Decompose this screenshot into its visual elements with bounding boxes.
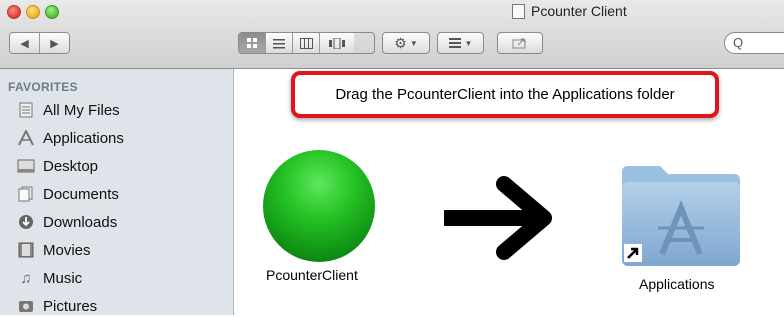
chevron-down-icon: ▼ [409,38,418,48]
search-field[interactable]: Q [724,32,784,54]
list-icon [273,38,285,48]
arrow-right-icon [444,176,552,260]
sidebar-heading-favorites: FAVORITES [8,80,78,94]
zoom-button[interactable] [45,5,59,19]
columns-icon [299,37,313,49]
applications-icon [17,129,35,147]
back-forward-control: ◀ ▶ [9,32,70,54]
column-view-button[interactable] [293,33,320,53]
sidebar-item-pictures[interactable]: Pictures [17,295,97,317]
action-menu-button[interactable]: ⚙ ▼ [382,32,430,54]
applications-folder-icon[interactable] [618,158,744,270]
arrange-menu-button[interactable]: ▼ [437,32,484,54]
document-icon [512,3,525,19]
downloads-icon [17,213,35,231]
chevron-left-icon: ◀ [20,37,29,50]
sidebar-item-label: Downloads [43,213,118,231]
list-view-button[interactable] [266,33,293,53]
window-title: Pcounter Client [512,3,627,19]
minimize-button[interactable] [26,5,40,19]
forward-button[interactable]: ▶ [40,33,69,53]
documents-icon [17,185,35,203]
all-files-icon [17,101,35,119]
window-title-text: Pcounter Client [531,3,627,19]
close-button[interactable] [7,5,21,19]
instruction-banner: Drag the PcounterClient into the Applica… [291,71,719,118]
sidebar-item-label: Music [43,269,83,287]
share-icon [512,38,526,49]
pcounter-client-app-icon[interactable] [263,150,375,262]
sidebar-item-movies[interactable]: Movies [17,239,91,261]
window-titlebar: Pcounter Client ◀ ▶ ⚙ ▼ ▼ Q [0,0,784,69]
desktop-icon [17,157,35,175]
arrange-icon [448,38,461,48]
sidebar: FAVORITES All My Files Applications Desk… [0,69,234,315]
sidebar-item-label: Pictures [43,297,98,315]
instruction-text: Drag the PcounterClient into the Applica… [335,86,675,103]
sidebar-item-downloads[interactable]: Downloads [17,211,117,233]
coverflow-view-button[interactable] [320,33,354,53]
coverflow-icon [329,37,345,49]
back-button[interactable]: ◀ [10,33,40,53]
applications-folder-label: Applications [639,276,715,292]
search-icon: Q [733,35,744,50]
sidebar-item-label: Movies [43,241,91,259]
sidebar-item-label: Desktop [43,157,99,175]
music-icon: ♫ [20,269,32,287]
sidebar-item-label: Documents [43,185,119,203]
chevron-right-icon: ▶ [50,37,59,50]
pictures-icon [17,297,35,315]
sidebar-item-label: All My Files [43,101,120,119]
sidebar-item-all-my-files[interactable]: All My Files [17,99,120,121]
sidebar-item-label: Applications [43,129,124,147]
icon-view-button[interactable] [239,33,266,53]
sidebar-item-desktop[interactable]: Desktop [17,155,98,177]
icon-grid-icon [247,38,257,48]
share-button[interactable] [497,32,543,54]
sidebar-item-documents[interactable]: Documents [17,183,119,205]
movies-icon [17,241,35,259]
sidebar-item-applications[interactable]: Applications [17,127,124,149]
pcounter-client-label: PcounterClient [266,267,358,283]
sidebar-item-music[interactable]: ♫ Music [17,267,82,289]
chevron-down-icon: ▼ [464,38,473,48]
gear-icon: ⚙ [394,34,407,51]
view-mode-control [238,32,375,54]
